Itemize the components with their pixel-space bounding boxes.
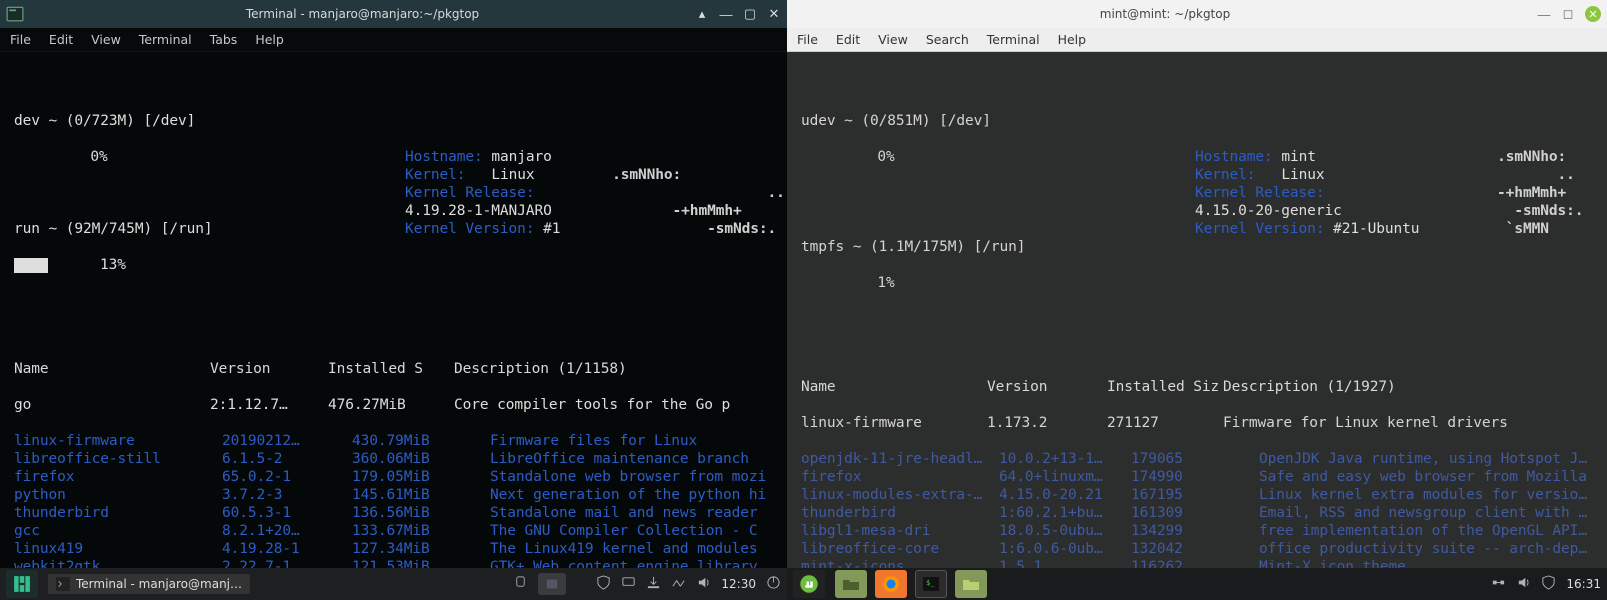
- taskbar-left: Terminal - manjaro@manj… 12:30: [0, 568, 787, 600]
- close-button[interactable]: ✕: [1585, 6, 1601, 22]
- updates-icon[interactable]: [646, 575, 661, 593]
- disk-line: run ~ (92M/745M) [/run]: [14, 220, 405, 238]
- volume-icon[interactable]: [1516, 575, 1531, 593]
- minimize-button[interactable]: —: [719, 7, 733, 21]
- disk-pct: 13%: [48, 256, 178, 274]
- table-row-selected[interactable]: linux-firmware1.173.2271127Firmware for …: [801, 414, 1595, 432]
- menu-edit[interactable]: Edit: [49, 32, 73, 47]
- volume-icon[interactable]: [696, 575, 711, 593]
- menubar-left: File Edit View Terminal Tabs Help: [0, 28, 787, 52]
- shield-icon[interactable]: [1541, 575, 1556, 593]
- table-row[interactable]: libgl1-mesa-dri 18.0.5-0ubu… 134299 free…: [801, 522, 1595, 540]
- table-row[interactable]: linux419 4.19.28-1 127.34MiB The Linux41…: [14, 540, 775, 558]
- taskbar-right: $_ 16:31: [787, 568, 1607, 600]
- arrow-up-icon[interactable]: ▴: [695, 7, 709, 21]
- start-menu-button[interactable]: [793, 570, 825, 598]
- folder-launcher[interactable]: [955, 570, 987, 598]
- menu-search[interactable]: Search: [926, 32, 969, 47]
- display-icon[interactable]: [621, 575, 636, 593]
- taskbar-item-terminal[interactable]: Terminal - manjaro@manj…: [48, 574, 250, 594]
- show-desktop-button[interactable]: [538, 573, 566, 595]
- menu-tabs[interactable]: Tabs: [210, 32, 238, 47]
- table-row[interactable]: linux-modules-extra-… 4.15.0-20.21 16719…: [801, 486, 1595, 504]
- terminal-right[interactable]: udev ~ (0/851M) [/dev] 0% tmpfs ~ (1.1M/…: [787, 52, 1607, 568]
- close-button[interactable]: ✕: [767, 7, 781, 21]
- window-titlebar-left: Terminal - manjaro@manjaro:~/pkgtop ▴ — …: [0, 0, 787, 28]
- table-row[interactable]: firefox 65.0.2-1 179.05MiB Standalone we…: [14, 468, 775, 486]
- table-row[interactable]: thunderbird 60.5.3-1 136.56MiB Standalon…: [14, 504, 775, 522]
- table-row[interactable]: python 3.7.2-3 145.61MiB Next generation…: [14, 486, 775, 504]
- menu-help[interactable]: Help: [1058, 32, 1087, 47]
- table-row[interactable]: webkit2gtk 2.22.7-1 121.53MiB GTK+ Web c…: [14, 558, 775, 568]
- maximize-button[interactable]: ▢: [743, 7, 757, 21]
- network-icon[interactable]: [1491, 575, 1506, 593]
- table-row[interactable]: gcc 8.2.1+20… 133.67MiB The GNU Compiler…: [14, 522, 775, 540]
- menu-terminal[interactable]: Terminal: [139, 32, 192, 47]
- svg-text:$_: $_: [926, 579, 935, 587]
- table-row[interactable]: thunderbird 1:60.2.1+bu… 161309 Email, R…: [801, 504, 1595, 522]
- disk-line: tmpfs ~ (1.1M/175M) [/run]: [801, 238, 1195, 256]
- clock[interactable]: 12:30: [721, 577, 756, 591]
- disk-pct: 0%: [14, 148, 184, 166]
- menu-edit[interactable]: Edit: [836, 32, 860, 47]
- firefox-launcher[interactable]: [875, 570, 907, 598]
- menu-file[interactable]: File: [10, 32, 31, 47]
- table-row[interactable]: libreoffice-core 1:6.0.6-0ub… 132042 off…: [801, 540, 1595, 558]
- power-icon[interactable]: [766, 575, 781, 593]
- disk-line: dev ~ (0/723M) [/dev]: [14, 112, 405, 130]
- disk-pct: 1%: [801, 274, 971, 292]
- menu-view[interactable]: View: [91, 32, 121, 47]
- clock[interactable]: 16:31: [1566, 577, 1601, 591]
- table-header: NameVersionInstalled SizDescription (1/1…: [801, 378, 1595, 396]
- table-row[interactable]: firefox 64.0+linuxm… 174990 Safe and eas…: [801, 468, 1595, 486]
- terminal-launcher[interactable]: $_: [915, 570, 947, 598]
- menu-view[interactable]: View: [878, 32, 908, 47]
- app-icon: [6, 5, 24, 23]
- pin-icon[interactable]: [513, 575, 528, 593]
- table-row[interactable]: openjdk-11-jre-headl… 10.0.2+13-1… 17906…: [801, 450, 1595, 468]
- files-launcher[interactable]: [835, 570, 867, 598]
- table-header: NameVersionInstalled SDescription (1/115…: [14, 360, 775, 378]
- table-row[interactable]: mint-x-icons 1.5.1 116262 Mint-X icon th…: [801, 558, 1595, 568]
- window-titlebar-right: mint@mint: ~/pkgtop — ◻ ✕: [787, 0, 1607, 28]
- terminal-left[interactable]: dev ~ (0/723M) [/dev] 0% run ~ (92M/745M…: [0, 52, 787, 568]
- menu-terminal[interactable]: Terminal: [987, 32, 1040, 47]
- window-title: Terminal - manjaro@manjaro:~/pkgtop: [30, 7, 695, 21]
- disk-pct: 0%: [801, 148, 971, 166]
- menubar-right: File Edit View Search Terminal Help: [787, 28, 1607, 52]
- window-title: mint@mint: ~/pkgtop: [793, 7, 1537, 21]
- menu-help[interactable]: Help: [255, 32, 284, 47]
- table-row-selected[interactable]: go2:1.12.7…476.27MiBCore compiler tools …: [14, 396, 775, 414]
- table-row[interactable]: linux-firmware 20190212… 430.79MiB Firmw…: [14, 432, 775, 450]
- table-row[interactable]: libreoffice-still 6.1.5-2 360.06MiB Libr…: [14, 450, 775, 468]
- maximize-button[interactable]: ◻: [1561, 7, 1575, 21]
- network-icon[interactable]: [671, 575, 686, 593]
- menu-file[interactable]: File: [797, 32, 818, 47]
- shield-icon[interactable]: [596, 575, 611, 593]
- start-menu-button[interactable]: [6, 570, 38, 598]
- minimize-button[interactable]: —: [1537, 7, 1551, 21]
- progress-fill: [14, 258, 48, 273]
- disk-line: udev ~ (0/851M) [/dev]: [801, 112, 1195, 130]
